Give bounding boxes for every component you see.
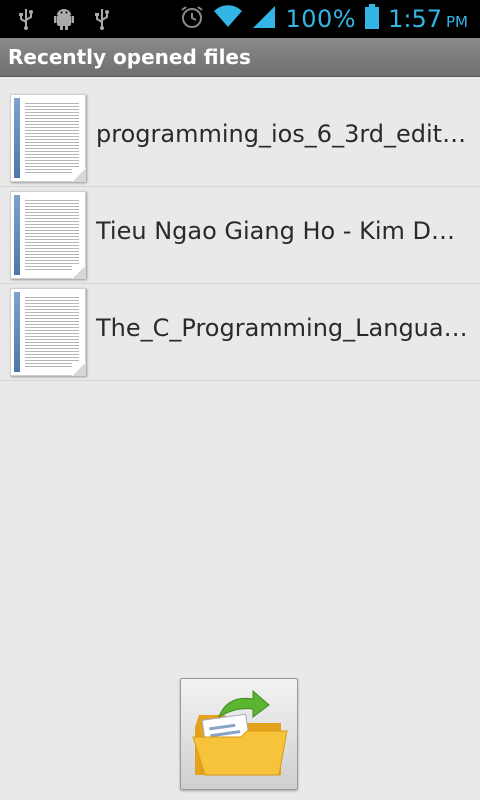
alarm-icon [179, 4, 205, 34]
open-file-button[interactable] [180, 678, 298, 790]
usb-icon [14, 6, 38, 32]
recent-files-list: programming_ios_6_3rd_editi… Tieu Ngao G… [0, 90, 480, 381]
page-title: Recently opened files [8, 45, 251, 69]
file-list-item[interactable]: programming_ios_6_3rd_editi… [0, 90, 480, 187]
wifi-icon [213, 5, 243, 33]
file-name: programming_ios_6_3rd_editi… [96, 120, 470, 148]
usb-icon [90, 6, 114, 32]
signal-icon [251, 4, 277, 34]
notification-icons [14, 6, 114, 32]
open-folder-icon [192, 689, 288, 776]
android-debug-icon [52, 6, 76, 32]
battery-percent: 100% [285, 5, 357, 33]
clock-time: 1:57 [388, 5, 442, 33]
system-icons: 100% 1:57 PM [179, 0, 468, 38]
document-thumbnail-icon [10, 94, 86, 182]
status-bar: 100% 1:57 PM [0, 0, 480, 38]
file-name: Tieu Ngao Giang Ho - Kim Du… [96, 217, 470, 245]
title-bar: Recently opened files [0, 38, 480, 77]
file-name: The_C_Programming_Langua… [96, 314, 468, 342]
clock-ampm: PM [446, 13, 468, 31]
file-list-item[interactable]: Tieu Ngao Giang Ho - Kim Du… [0, 187, 480, 284]
document-thumbnail-icon [10, 191, 86, 279]
file-list-item[interactable]: The_C_Programming_Langua… [0, 284, 480, 381]
document-thumbnail-icon [10, 288, 86, 376]
battery-icon [364, 4, 380, 34]
